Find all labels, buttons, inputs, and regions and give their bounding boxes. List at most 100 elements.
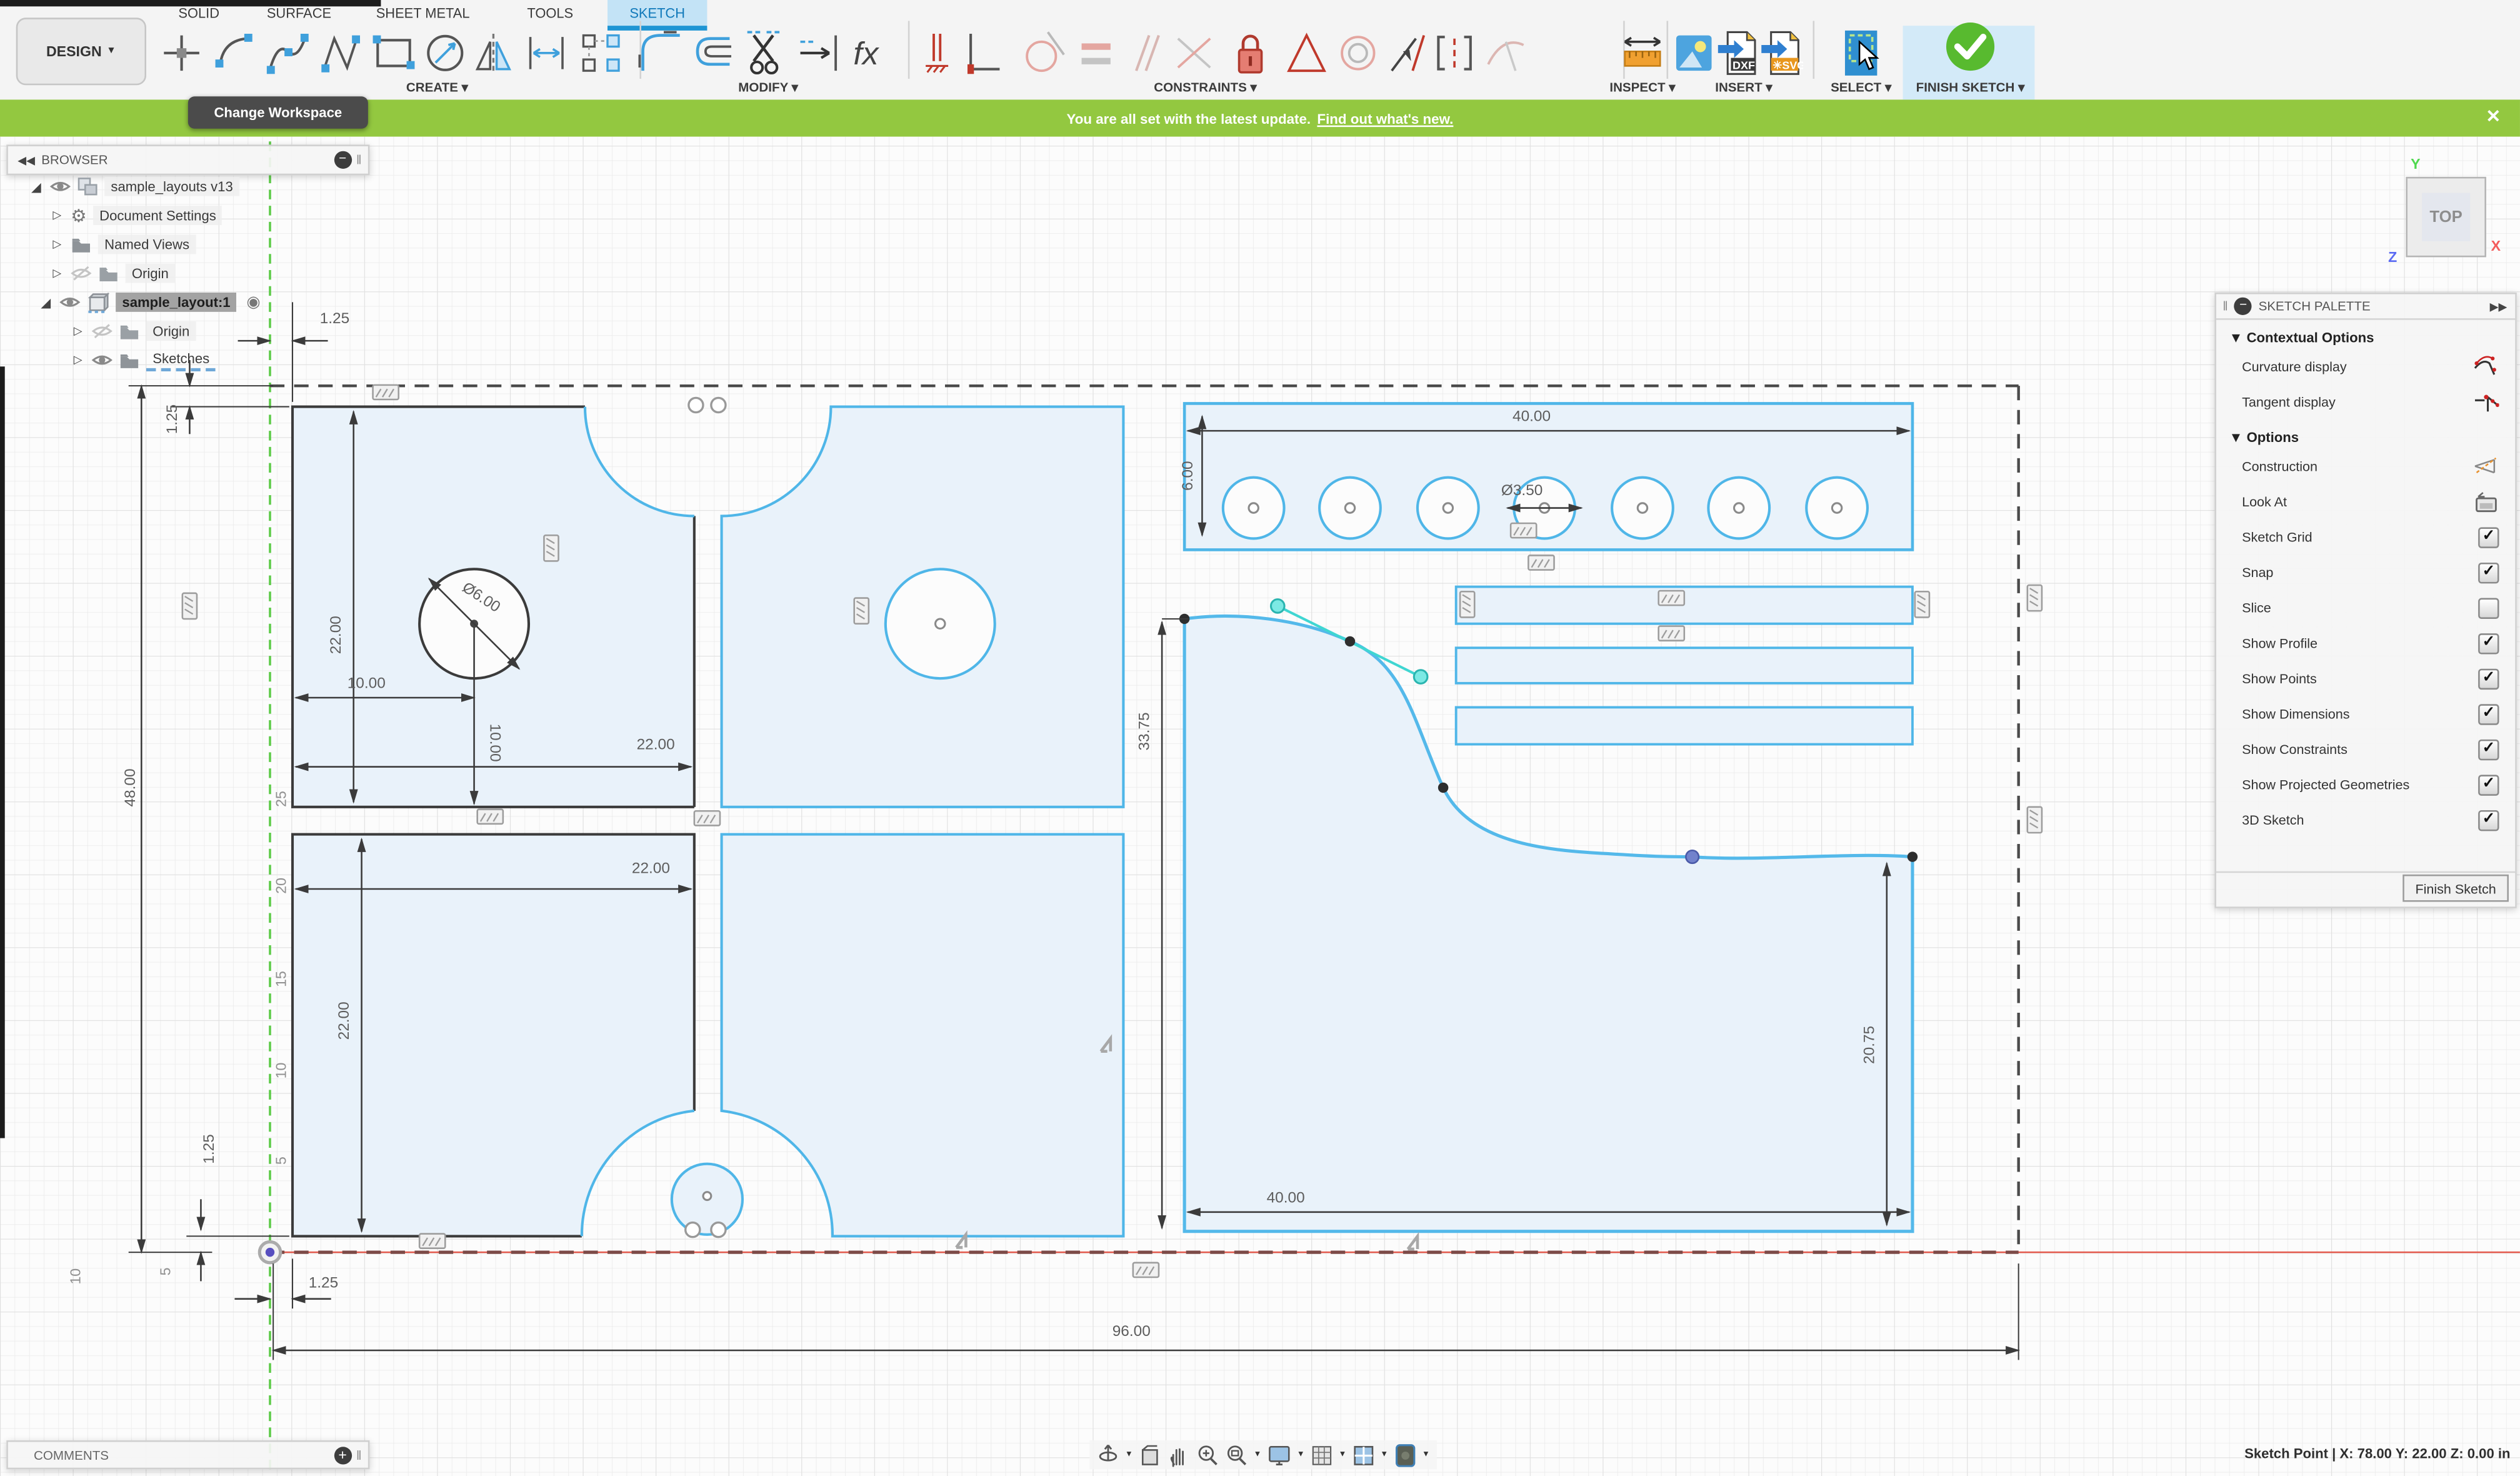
- marking-menu-icon[interactable]: [1393, 1443, 1418, 1467]
- dropdown-caret[interactable]: ▼: [1125, 1450, 1133, 1459]
- comments-bar[interactable]: COMMENTS + ‖: [6, 1440, 369, 1469]
- tree-label[interactable]: Document Settings: [93, 206, 222, 225]
- sketch-scale-fx-icon[interactable]: fx: [850, 29, 895, 77]
- tree-label[interactable]: sample_layouts v13: [104, 177, 239, 196]
- tab-solid[interactable]: SOLID: [169, 0, 229, 26]
- visibility-eye-icon[interactable]: [50, 178, 71, 194]
- tree-row-origin-child[interactable]: ▷ Origin: [6, 317, 366, 346]
- insert-dxf-icon[interactable]: DXF: [1715, 29, 1760, 77]
- collapse-icon[interactable]: ▷: [71, 324, 85, 338]
- show-constraints-checkbox[interactable]: ✓: [2478, 739, 2499, 760]
- palette-row-show-profile[interactable]: Show Profile✓: [2216, 625, 2515, 661]
- constraints-group-label[interactable]: CONSTRAINTS ▾: [1154, 81, 1257, 95]
- tree-row-named-views[interactable]: ▷ Named Views: [6, 230, 366, 259]
- palette-row-show-dimensions[interactable]: Show Dimensions✓: [2216, 696, 2515, 731]
- palette-row-show-constraints[interactable]: Show Constraints✓: [2216, 731, 2515, 767]
- tree-row-root[interactable]: ◢ sample_layouts v13: [6, 172, 366, 201]
- expand-icon[interactable]: ◢: [29, 179, 43, 194]
- origin-point[interactable]: [266, 1248, 274, 1257]
- palette-header[interactable]: ‖ − SKETCH PALETTE ▶▶: [2216, 294, 2515, 320]
- show-projected-geometries-checkbox[interactable]: ✓: [2478, 774, 2499, 795]
- palette-row-slice[interactable]: Slice: [2216, 590, 2515, 626]
- dimension-icon[interactable]: [524, 29, 569, 77]
- dome-circle-center[interactable]: [703, 1192, 711, 1200]
- projected-point[interactable]: [711, 398, 726, 412]
- visibility-off-icon[interactable]: [92, 323, 112, 339]
- collapse-browser-icon[interactable]: ◀◀: [18, 154, 35, 167]
- look-at-icon[interactable]: [2473, 490, 2499, 513]
- sq2-hole-center[interactable]: [936, 619, 945, 628]
- sketch-canvas[interactable]: 96.00 48.00 22.00 22.00 10.00 10.00 Ø6.0…: [0, 137, 2520, 1476]
- browser-grip-icon[interactable]: ‖: [356, 153, 362, 167]
- finish-sketch-icon[interactable]: [1943, 19, 1998, 74]
- visibility-eye-icon[interactable]: [59, 294, 80, 311]
- tab-surface[interactable]: SURFACE: [257, 0, 341, 26]
- viewcube[interactable]: TOP: [2406, 177, 2486, 258]
- browser-dock-icon[interactable]: −: [334, 151, 351, 169]
- workspace-selector[interactable]: DESIGN▼: [16, 18, 146, 85]
- section-contextual-options[interactable]: ▼ Contextual Options: [2216, 320, 2515, 349]
- mirror-icon[interactable]: [472, 29, 518, 77]
- projected-point[interactable]: [689, 398, 703, 412]
- pattern-icon[interactable]: [579, 29, 624, 77]
- tab-sketch[interactable]: SKETCH: [608, 0, 707, 26]
- palette-row-sketch-grid[interactable]: Sketch Grid✓: [2216, 520, 2515, 555]
- select-group-label[interactable]: SELECT ▾: [1831, 81, 1891, 95]
- curvature-display-icon[interactable]: [2473, 355, 2499, 378]
- control-point-spline-icon[interactable]: [318, 29, 363, 77]
- palette-grip-icon[interactable]: ‖: [2222, 299, 2228, 313]
- create-group-label[interactable]: CREATE ▾: [406, 81, 468, 95]
- perpendicular-constraint-icon[interactable]: [961, 29, 1006, 77]
- grid-settings-icon[interactable]: [1309, 1443, 1334, 1467]
- snap-checkbox[interactable]: ✓: [2478, 562, 2499, 583]
- tangent-handle-end[interactable]: [1271, 600, 1284, 613]
- concentric-constraint-icon[interactable]: [1336, 29, 1381, 77]
- collinear-constraint-icon[interactable]: [1172, 29, 1217, 77]
- midpoint-constraint-icon[interactable]: [1432, 29, 1477, 77]
- collapse-icon[interactable]: ▷: [50, 238, 64, 251]
- parallel-constraint-icon[interactable]: [1123, 29, 1168, 77]
- trim-icon[interactable]: [744, 29, 789, 77]
- dropdown-caret[interactable]: ▼: [1254, 1450, 1262, 1459]
- measure-icon[interactable]: [1620, 29, 1665, 77]
- construction-icon[interactable]: [2473, 455, 2499, 478]
- horizontal-vertical-constraint-icon[interactable]: [918, 29, 962, 77]
- arc-icon[interactable]: [212, 29, 257, 77]
- palette-dock-icon[interactable]: −: [2234, 298, 2252, 315]
- tab-tools[interactable]: TOOLS: [518, 0, 583, 26]
- zoom-icon[interactable]: [1196, 1443, 1220, 1467]
- modify-group-label[interactable]: MODIFY ▾: [738, 81, 798, 95]
- dropdown-caret[interactable]: ▼: [1380, 1450, 1388, 1459]
- browser-header[interactable]: ◀◀ BROWSER − ‖: [6, 144, 369, 175]
- viewports-icon[interactable]: [1351, 1443, 1376, 1467]
- palette-row-3d-sketch[interactable]: 3D Sketch✓: [2216, 802, 2515, 838]
- rectangle-icon[interactable]: [371, 29, 416, 77]
- look-at-nav-icon[interactable]: [1138, 1443, 1162, 1467]
- tangent-handle-end[interactable]: [1414, 670, 1428, 684]
- spline-icon[interactable]: [265, 29, 310, 77]
- dropdown-caret[interactable]: ▼: [1297, 1450, 1305, 1459]
- activate-radio-icon[interactable]: ◉: [246, 293, 260, 311]
- comments-grip-icon[interactable]: ‖: [356, 1448, 362, 1462]
- circle-icon[interactable]: [422, 29, 468, 77]
- display-settings-icon[interactable]: [1266, 1443, 1292, 1467]
- part-bar3[interactable]: [1456, 707, 1912, 744]
- sketch-grid-checkbox[interactable]: ✓: [2478, 526, 2499, 547]
- orbit-icon[interactable]: [1096, 1443, 1121, 1467]
- palette-row-curvature-display[interactable]: Curvature display: [2216, 349, 2515, 384]
- slice-checkbox[interactable]: [2478, 597, 2499, 618]
- whats-new-link[interactable]: Find out what's new.: [1317, 110, 1453, 126]
- visibility-eye-icon[interactable]: [92, 352, 112, 368]
- palette-row-snap[interactable]: Snap✓: [2216, 555, 2515, 590]
- tree-row-document-settings[interactable]: ▷ ⚙ Document Settings: [6, 201, 366, 229]
- tree-row-component-selected[interactable]: ◢ sample_layout:1 ◉: [6, 288, 366, 316]
- dome-point[interactable]: [686, 1223, 700, 1237]
- palette-row-show-points[interactable]: Show Points✓: [2216, 661, 2515, 696]
- expand-icon[interactable]: ◢: [39, 295, 53, 309]
- dome-point[interactable]: [711, 1223, 726, 1237]
- viewcube-face-label[interactable]: TOP: [2429, 208, 2462, 226]
- close-icon[interactable]: ✕: [2486, 106, 2501, 127]
- insert-image-icon[interactable]: [1671, 29, 1716, 77]
- polygon-constraint-icon[interactable]: [1284, 29, 1329, 77]
- fillet-icon[interactable]: [638, 29, 683, 77]
